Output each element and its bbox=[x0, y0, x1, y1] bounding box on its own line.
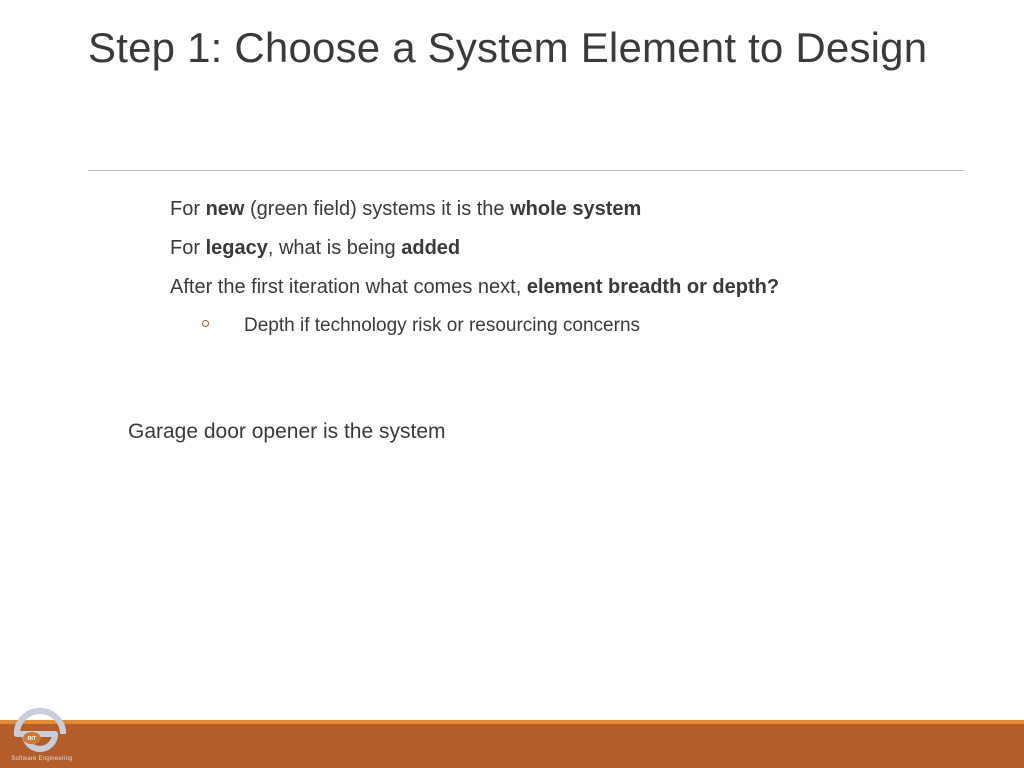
bullet-3: After the first iteration what comes nex… bbox=[170, 274, 924, 301]
bullet-1: For new (green field) systems it is the … bbox=[170, 196, 924, 223]
text: For bbox=[170, 237, 206, 259]
closing-line: Garage door opener is the system bbox=[128, 420, 446, 444]
bold: added bbox=[401, 237, 460, 259]
bold: new bbox=[206, 198, 245, 220]
text: For bbox=[170, 198, 206, 220]
logo-caption: Software Engineering bbox=[6, 756, 78, 762]
text: After the first iteration what comes nex… bbox=[170, 276, 527, 298]
divider bbox=[88, 170, 964, 171]
slide: Step 1: Choose a System Element to Desig… bbox=[0, 0, 1024, 768]
bullet-2: For legacy, what is being added bbox=[170, 235, 924, 262]
slide-body: For new (green field) systems it is the … bbox=[170, 196, 924, 351]
sub-bullet-1: Depth if technology risk or resourcing c… bbox=[170, 313, 924, 339]
bold: legacy bbox=[206, 237, 268, 259]
slide-title: Step 1: Choose a System Element to Desig… bbox=[88, 24, 964, 72]
text: , what is being bbox=[268, 237, 401, 259]
logo-badge-text: RIT bbox=[27, 736, 36, 742]
bold: element breadth or depth? bbox=[527, 276, 779, 298]
footer-accent-dark bbox=[0, 724, 1024, 768]
bold: whole system bbox=[510, 198, 641, 220]
text: Depth if technology risk or resourcing c… bbox=[244, 315, 640, 336]
text: (green field) systems it is the bbox=[244, 198, 510, 220]
ring-bullet-icon bbox=[202, 320, 209, 327]
